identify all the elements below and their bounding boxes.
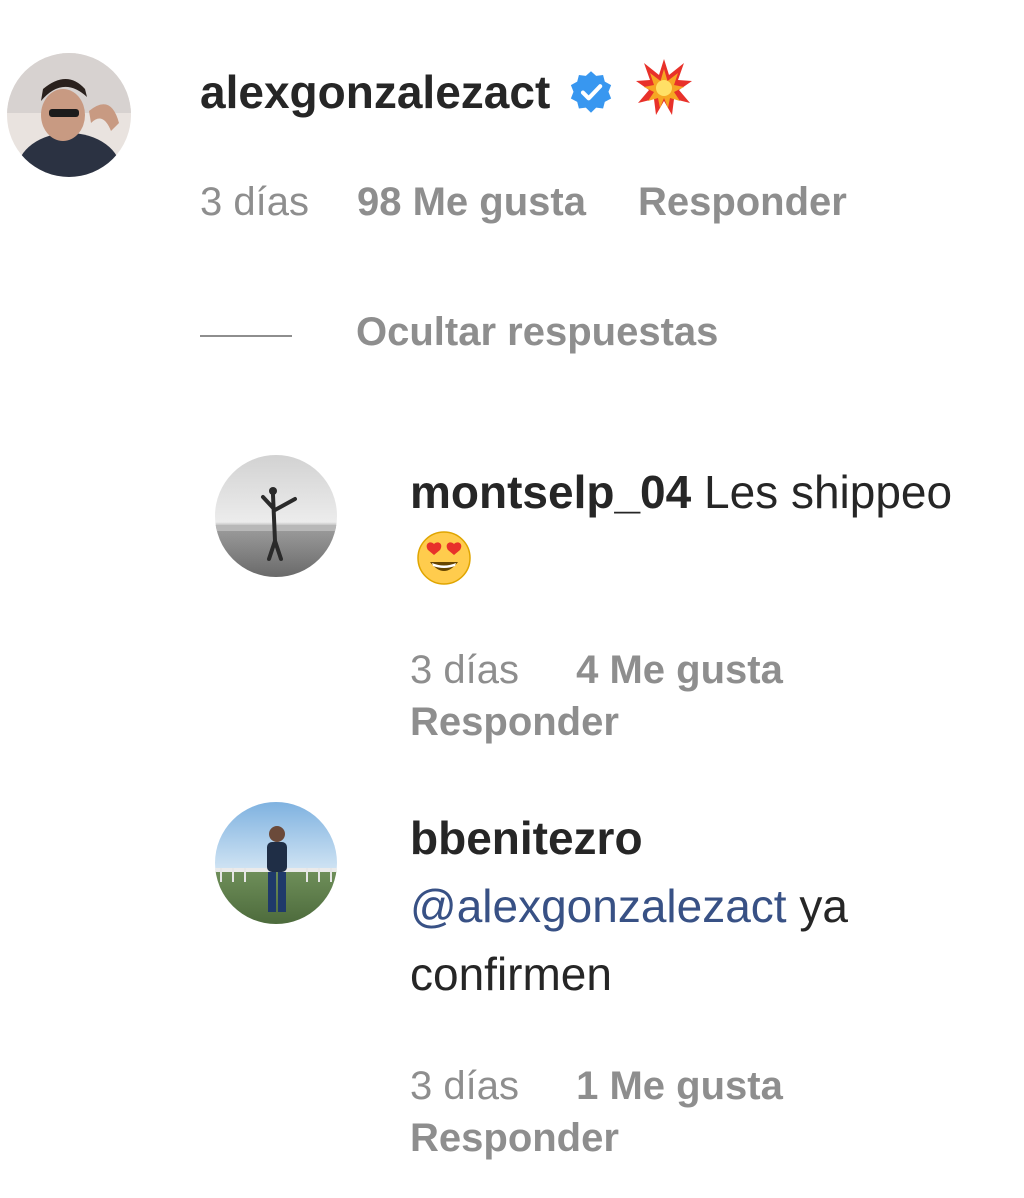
verified-badge-icon [568,69,614,115]
reply-body: bbenitezro @alexgonzalezact ya confirmen [410,804,970,1008]
comment-username[interactable]: alexgonzalezact [200,65,550,119]
reply-timestamp[interactable]: 3 días [410,1064,519,1108]
reply-button[interactable]: Responder [410,696,783,748]
avatar-photo-woman-outdoors [215,802,337,924]
comment-text [634,57,694,128]
collision-emoji-icon [636,58,693,115]
reply-meta: 3 días 4 Me gusta Responder [410,644,783,748]
reply-likes[interactable]: 1 Me gusta [576,1064,783,1108]
comment-likes[interactable]: 98 Me gusta [357,180,586,225]
avatar-photo-beach-dancer [215,455,337,577]
reply-text: Les shippeo [704,466,953,518]
commenter-avatar[interactable] [7,53,131,177]
replies-divider-line [200,335,292,337]
hide-replies-button[interactable]: Ocultar respuestas [356,310,718,355]
reply-username[interactable]: montselp_04 [410,466,691,518]
reply-meta: 3 días 1 Me gusta Responder [410,1060,783,1164]
reply-likes[interactable]: 4 Me gusta [576,648,783,692]
mention-link[interactable]: @alexgonzalezact [410,880,787,932]
reply-button[interactable]: Responder [410,1112,783,1164]
reply-username[interactable]: bbenitezro [410,812,643,864]
avatar-photo-man [7,53,131,177]
heart-eyes-emoji-icon [416,530,472,586]
reply-avatar[interactable] [215,802,337,924]
comment-meta: 3 días 98 Me gusta Responder [200,180,847,225]
reply-button[interactable]: Responder [638,180,847,225]
reply-body: montselp_04 Les shippeo [410,458,970,594]
reply-timestamp[interactable]: 3 días [410,648,519,692]
reply-avatar[interactable] [215,455,337,577]
comment-timestamp[interactable]: 3 días [200,180,309,225]
comment-header: alexgonzalezact [200,58,694,124]
